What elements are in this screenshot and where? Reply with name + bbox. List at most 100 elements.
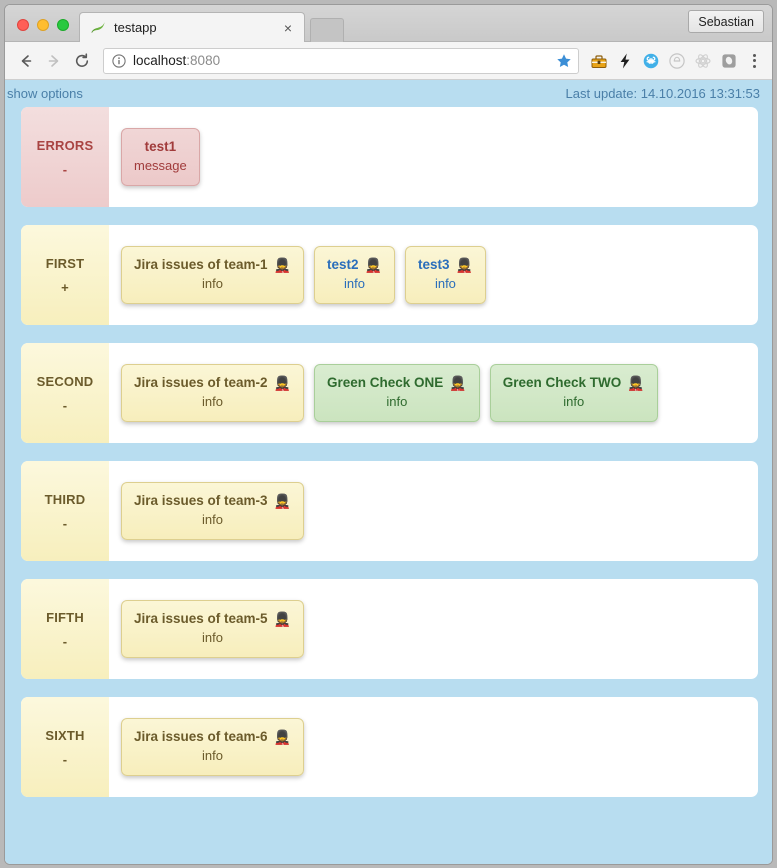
group-name: FIRST <box>45 255 85 271</box>
card-title-text: Jira issues of team-6 <box>134 728 268 744</box>
status-card[interactable]: Jira issues of team-3 💂 info <box>121 481 305 541</box>
card-container: Jira issues of team-1 💂 info test2 💂 info test… <box>109 225 758 325</box>
card-subtitle: info <box>563 394 585 410</box>
minimize-window-button[interactable] <box>37 19 49 31</box>
card-title: test2 💂 <box>327 256 382 274</box>
card-title: Jira issues of team-5 💂 <box>134 610 291 628</box>
card-container: Jira issues of team-3 💂 info <box>109 461 758 561</box>
card-container: test1 message <box>109 107 758 207</box>
card-subtitle: message <box>134 158 187 174</box>
group-name: SECOND <box>36 373 94 389</box>
info-circle-icon[interactable] <box>112 53 126 68</box>
group-label-errors[interactable]: ERRORS - <box>21 107 109 207</box>
status-card[interactable]: Jira issues of team-6 💂 info <box>121 717 305 777</box>
address-bar[interactable]: localhost:8080 <box>103 47 579 74</box>
card-title: test3 💂 <box>418 256 473 274</box>
card-subtitle: info <box>202 630 223 646</box>
group-toggle-icon[interactable]: - <box>63 516 68 531</box>
card-title: Jira issues of team-6 💂 <box>134 728 291 746</box>
person-avatar-icon: 💂 <box>455 256 473 273</box>
group-row: SIXTH - Jira issues of team-6 💂 info <box>21 697 758 797</box>
toolbox-icon[interactable] <box>587 49 611 73</box>
card-title-text: Jira issues of team-2 <box>134 374 268 390</box>
options-bar: show options Last update: 14.10.2016 13:… <box>5 80 772 107</box>
status-card[interactable]: Green Check TWO 💂 info <box>489 363 658 423</box>
atom-icon[interactable] <box>691 49 715 73</box>
group-label-second[interactable]: SECOND - <box>21 343 109 443</box>
tab-title: testapp <box>114 20 157 35</box>
shield-square-icon[interactable] <box>717 49 741 73</box>
group-row: ERRORS - test1 message <box>21 107 758 207</box>
group-label-sixth[interactable]: SIXTH - <box>21 697 109 797</box>
group-name: THIRD <box>44 491 86 507</box>
group-label-fifth[interactable]: FIFTH - <box>21 579 109 679</box>
group-label-third[interactable]: THIRD - <box>21 461 109 561</box>
browser-tab-testapp[interactable]: testapp × <box>79 12 305 42</box>
group-row: FIFTH - Jira issues of team-5 💂 info <box>21 579 758 679</box>
group-toggle-icon[interactable]: + <box>61 280 69 295</box>
close-icon[interactable]: × <box>280 20 296 36</box>
card-subtitle: info <box>202 394 223 410</box>
card-subtitle: info <box>434 276 456 292</box>
status-card[interactable]: test1 message <box>121 127 200 187</box>
close-window-button[interactable] <box>17 19 29 31</box>
card-title-text: Jira issues of team-1 <box>134 256 268 272</box>
three-dots-menu-icon[interactable] <box>744 49 764 73</box>
profile-button[interactable]: Sebastian <box>688 10 764 33</box>
card-title: Jira issues of team-3 💂 <box>134 492 291 510</box>
status-card[interactable]: Green Check ONE 💂 info <box>314 363 480 423</box>
status-card[interactable]: test2 💂 info <box>314 245 395 305</box>
group-label-first[interactable]: FIRST + <box>21 225 109 325</box>
card-title-text: Jira issues of team-3 <box>134 492 268 508</box>
star-icon[interactable] <box>556 53 572 69</box>
group-name: FIFTH <box>46 609 84 625</box>
group-toggle-icon[interactable]: - <box>63 162 68 177</box>
group-toggle-icon[interactable]: - <box>63 398 68 413</box>
gray-circle-icon[interactable] <box>665 49 689 73</box>
card-title: test1 <box>145 138 177 156</box>
group-toggle-icon[interactable]: - <box>63 752 68 767</box>
card-title: Green Check TWO 💂 <box>503 374 645 392</box>
tab-strip: testapp × Sebastian <box>5 5 772 42</box>
group-toggle-icon[interactable]: - <box>63 634 68 649</box>
arrow-right-icon[interactable] <box>41 48 67 74</box>
group-list: ERRORS - test1 message FIRST + Jira issues of … <box>5 107 772 797</box>
lightning-bolt-icon[interactable] <box>613 49 637 73</box>
person-avatar-icon: 💂 <box>273 492 292 509</box>
person-avatar-icon: 💂 <box>273 256 292 273</box>
url-host: localhost <box>133 53 187 68</box>
command-circle-icon[interactable] <box>639 49 663 73</box>
status-card[interactable]: Jira issues of team-2 💂 info <box>121 363 305 423</box>
group-name: SIXTH <box>45 727 85 743</box>
group-name: ERRORS <box>36 137 94 153</box>
card-container: Jira issues of team-6 💂 info <box>109 697 758 797</box>
person-avatar-icon: 💂 <box>273 728 292 745</box>
new-tab-button[interactable] <box>310 18 344 42</box>
card-subtitle: info <box>344 276 365 292</box>
card-subtitle: info <box>202 512 223 528</box>
status-card[interactable]: Jira issues of team-1 💂 info <box>121 245 305 305</box>
card-subtitle: info <box>202 748 223 764</box>
card-title-text: test1 <box>144 138 177 154</box>
card-subtitle: info <box>386 394 408 410</box>
person-avatar-icon: 💂 <box>627 374 645 391</box>
card-subtitle: info <box>202 276 223 292</box>
last-update-text: Last update: 14.10.2016 13:31:53 <box>565 86 760 101</box>
status-card[interactable]: test3 💂 info <box>404 245 486 305</box>
card-title-text: Green Check TWO <box>502 374 622 390</box>
group-row: THIRD - Jira issues of team-3 💂 info <box>21 461 758 561</box>
arrow-left-icon[interactable] <box>13 48 39 74</box>
reload-icon[interactable] <box>69 48 95 74</box>
person-avatar-icon: 💂 <box>449 374 467 391</box>
maximize-window-button[interactable] <box>57 19 69 31</box>
card-title-text: test3 <box>417 256 450 272</box>
url-port: :8080 <box>186 53 221 68</box>
show-options-link[interactable]: show options <box>7 86 83 101</box>
status-card[interactable]: Jira issues of team-5 💂 info <box>121 599 305 659</box>
card-title: Green Check ONE 💂 <box>327 374 467 392</box>
group-row: FIRST + Jira issues of team-1 💂 info test2 💂 in… <box>21 225 758 325</box>
extension-icons <box>585 49 741 73</box>
card-title: Jira issues of team-2 💂 <box>134 374 291 392</box>
page-viewport: show options Last update: 14.10.2016 13:… <box>5 80 772 864</box>
card-title-text: test2 <box>327 256 359 272</box>
